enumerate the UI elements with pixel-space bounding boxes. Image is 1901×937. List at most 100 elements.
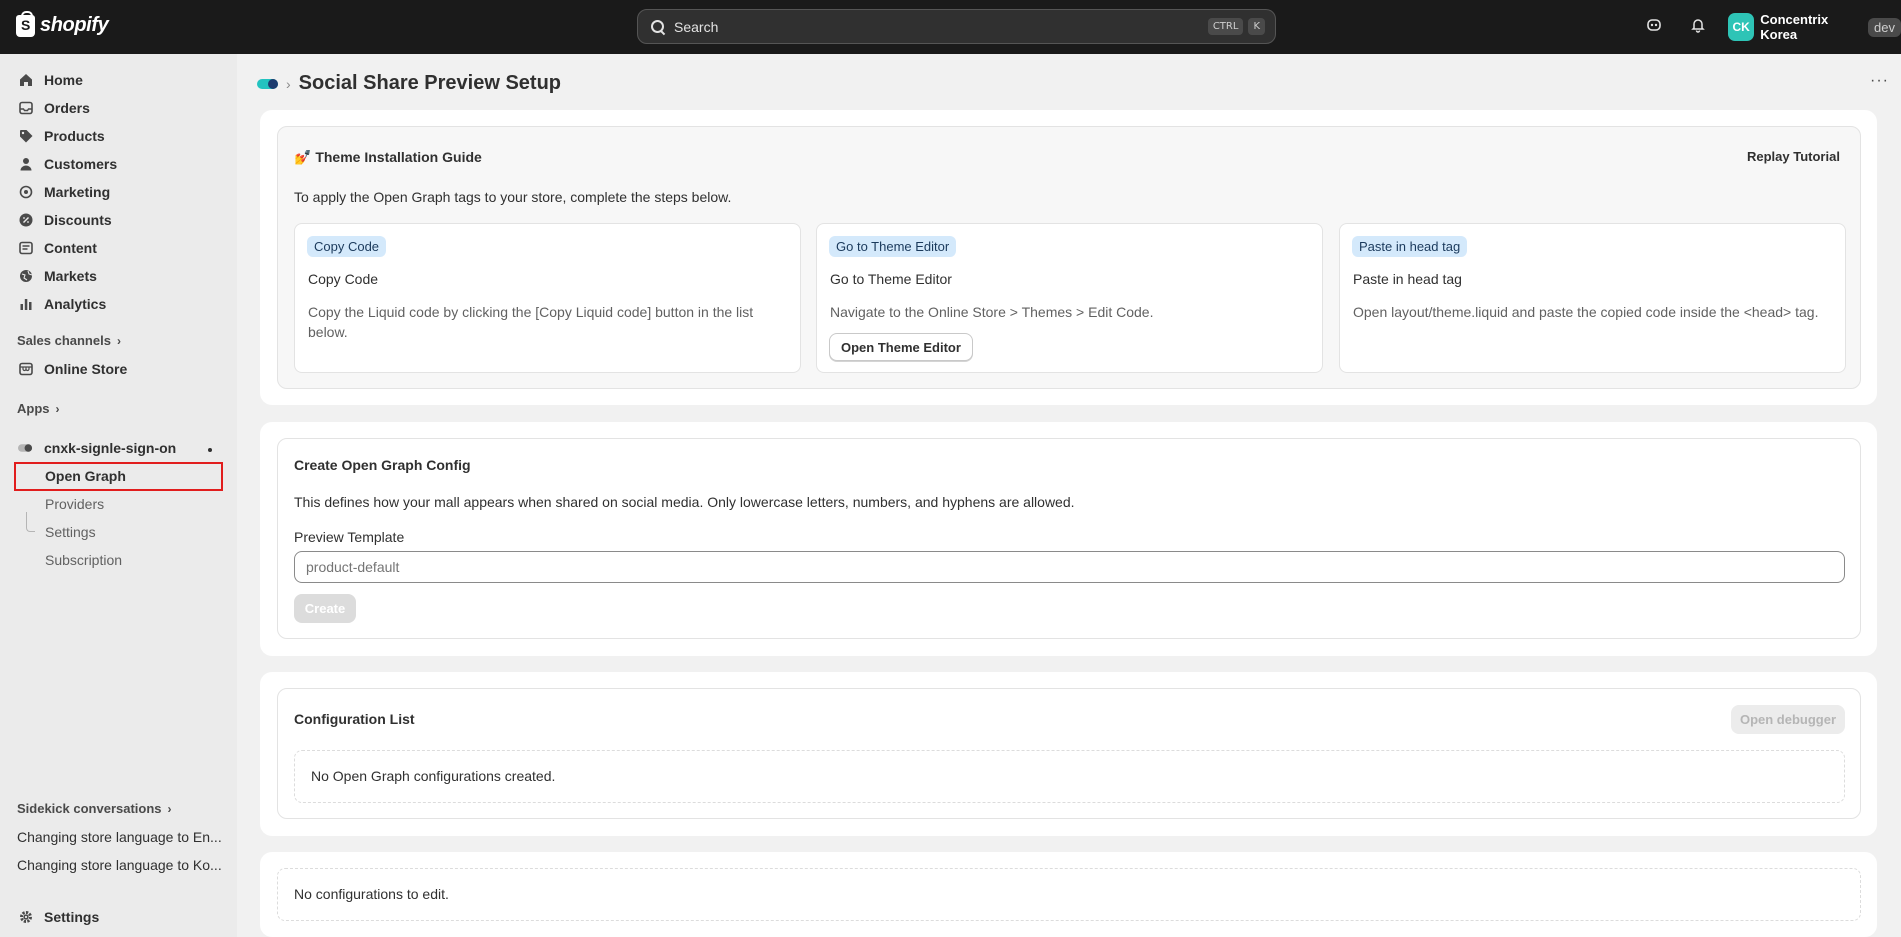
store-menu[interactable]: CK Concentrix Korea dev (1728, 12, 1901, 42)
search-placeholder: Search (674, 18, 719, 35)
person-icon (18, 157, 33, 172)
sidebar-subitem-settings[interactable]: Settings (45, 524, 96, 540)
page-header: › Social Share Preview Setup (257, 72, 561, 95)
step-card-theme-editor: Go to Theme Editor Go to Theme Editor Na… (816, 223, 1323, 373)
inbox-icon (18, 101, 33, 116)
shopify-logo[interactable]: shopify (16, 10, 109, 37)
search-icon (650, 19, 666, 35)
avatar: CK (1728, 13, 1755, 41)
sidebar-item-app[interactable]: cnxk-signle-sign-on (18, 435, 176, 461)
home-icon (18, 73, 33, 88)
sidekick-header[interactable]: Sidekick conversations › (17, 801, 172, 816)
conversation-item[interactable]: Changing store language to Ko... (17, 857, 222, 873)
content-icon (18, 241, 33, 256)
create-config-card (260, 422, 1877, 656)
sidebar-item-label: Discounts (44, 212, 112, 228)
step-card-paste-head: Paste in head tag Paste in head tag Open… (1339, 223, 1846, 373)
sidebar-subitem-providers[interactable]: Providers (45, 496, 104, 512)
step-badge: Paste in head tag (1352, 236, 1468, 257)
sidebar-item-discounts[interactable]: Discounts (18, 207, 112, 233)
section-label: Apps (17, 401, 50, 416)
sidebar-item-analytics[interactable]: Analytics (18, 291, 106, 317)
chevron-right-icon: › (116, 333, 121, 348)
selection-highlight (14, 462, 223, 491)
sidebar-item-markets[interactable]: Markets (18, 263, 97, 289)
sidebar-item-label: Online Store (44, 361, 128, 377)
sidebar-item-label: Markets (44, 268, 97, 284)
sidebar-subitem-subscription[interactable]: Subscription (45, 552, 122, 568)
sidebar-item-label: Settings (44, 909, 100, 925)
preview-template-label: Preview Template (294, 529, 405, 545)
step-badge: Go to Theme Editor (829, 236, 957, 257)
step-desc: Open layout/theme.liquid and paste the c… (1353, 304, 1819, 320)
sidebar-item-products[interactable]: Products (18, 123, 105, 149)
discount-icon (18, 213, 33, 228)
tag-icon (18, 129, 33, 144)
guide-title-text: Theme Installation Guide (315, 149, 482, 165)
sidebar-item-customers[interactable]: Customers (18, 151, 117, 177)
open-debugger-button[interactable]: Open debugger (1731, 705, 1845, 734)
top-bar: shopify Search CTRL K CK Concentrix Kore… (0, 0, 1901, 54)
brand-name: shopify (40, 14, 109, 36)
sidebar-item-label: Marketing (44, 184, 111, 200)
chevron-right-icon: › (55, 401, 60, 416)
step-card-copy-code: Copy Code Copy Code Copy the Liquid code… (294, 223, 801, 373)
shopify-bag-icon (16, 10, 35, 37)
sidebar-item-home[interactable]: Home (18, 67, 83, 93)
sidebar-item-label: Orders (44, 100, 90, 116)
more-actions-button[interactable]: ··· (1870, 72, 1889, 90)
step-title: Paste in head tag (1353, 271, 1462, 287)
empty-message: No configurations to edit. (294, 886, 449, 902)
sales-channels-header[interactable]: Sales channels › (17, 333, 121, 348)
sidebar-item-orders[interactable]: Orders (18, 95, 90, 121)
shortcut-ctrl: CTRL (1207, 18, 1244, 35)
search-bar[interactable]: Search CTRL K (637, 9, 1276, 44)
gear-icon (18, 910, 33, 925)
edit-card: No configurations to edit. (260, 852, 1877, 937)
app-status-dot (208, 448, 212, 452)
guide-intro: To apply the Open Graph tags to your sto… (294, 189, 732, 205)
step-title: Copy Code (308, 271, 379, 287)
sidebar-item-online-store[interactable]: Online Store (18, 356, 127, 382)
chart-icon (18, 297, 33, 312)
globe-icon (18, 269, 33, 284)
sidebar-item-label: Content (44, 240, 97, 256)
edit-empty-state: No configurations to edit. (277, 868, 1861, 921)
app-toggle-icon (18, 441, 33, 456)
page-title: Social Share Preview Setup (298, 72, 562, 94)
app-logo-icon[interactable] (257, 78, 278, 89)
config-list-empty-state: No Open Graph configurations created. (294, 750, 1845, 803)
sidebar-item-content[interactable]: Content (18, 235, 97, 261)
preview-template-input[interactable] (294, 551, 1845, 583)
store-icon (18, 362, 33, 377)
replay-tutorial-button[interactable]: Replay Tutorial (1747, 149, 1840, 164)
sidebar-item-label: Analytics (44, 296, 107, 312)
sidekick-icon[interactable] (1644, 17, 1664, 37)
sidebar-item-settings[interactable]: Settings (18, 904, 99, 930)
step-badge: Copy Code (307, 236, 387, 257)
shortcut-k: K (1248, 18, 1265, 35)
sidebar-item-label: Customers (44, 156, 118, 172)
nail-polish-icon: 💅 (294, 149, 312, 165)
section-label: Sales channels (17, 333, 111, 348)
step-desc: Navigate to the Online Store > Themes > … (830, 304, 1154, 320)
step-title: Go to Theme Editor (830, 271, 952, 287)
open-theme-editor-button[interactable]: Open Theme Editor (829, 333, 973, 361)
store-name: Concentrix Korea (1760, 12, 1829, 42)
step-desc: Copy the Liquid code by clicking the [Co… (308, 304, 754, 340)
create-button[interactable]: Create (294, 594, 356, 623)
config-list-title: Configuration List (294, 711, 415, 727)
chevron-right-icon: › (167, 801, 172, 816)
apps-header[interactable]: Apps › (17, 401, 60, 416)
tree-connector (26, 512, 35, 532)
conversation-item[interactable]: Changing store language to En... (17, 829, 222, 845)
guide-title: 💅 Theme Installation Guide (294, 149, 482, 166)
sidebar-item-label: Home (44, 72, 83, 88)
sidebar: Home Orders Products Customers Marketing… (0, 54, 237, 937)
target-icon (18, 185, 33, 200)
create-desc: This defines how your mall appears when … (294, 494, 1075, 510)
breadcrumb: › (286, 75, 291, 92)
sidebar-item-marketing[interactable]: Marketing (18, 179, 110, 205)
bell-icon[interactable] (1688, 17, 1708, 37)
sidebar-item-label: Products (44, 128, 105, 144)
